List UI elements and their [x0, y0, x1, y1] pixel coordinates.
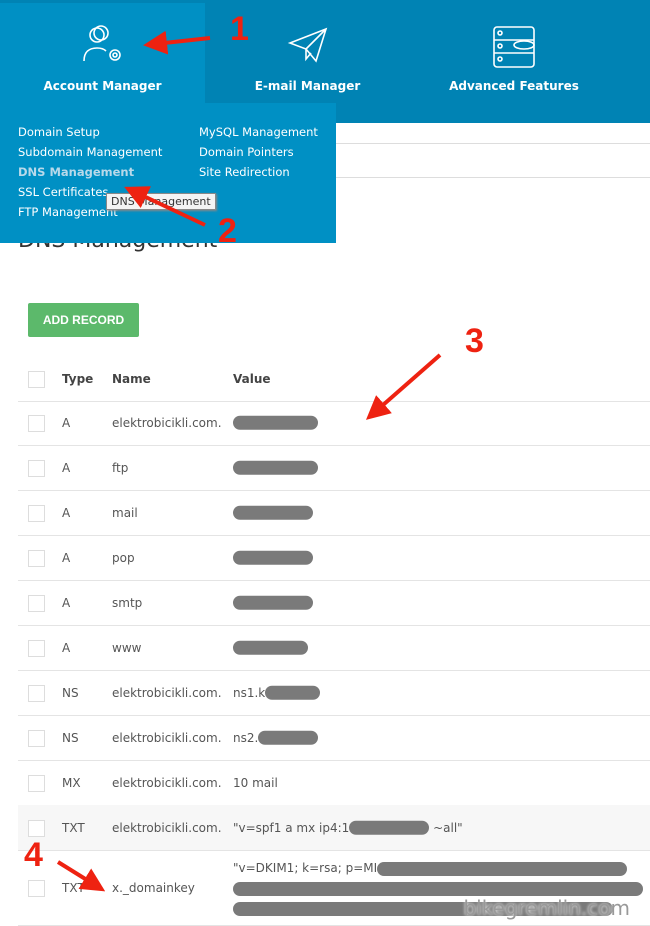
- annotation-3: 3: [465, 322, 484, 360]
- redacted-blob: [233, 640, 308, 655]
- table-row: TXT elektrobicikli.com. "v=spf1 a mx ip4:…: [18, 805, 650, 851]
- table-row: NS elektrobicikli.com. ns1.k: [18, 670, 650, 716]
- server-database-icon: [493, 26, 535, 68]
- redacted-blob: [258, 730, 319, 745]
- record-name: elektrobicikli.com.: [112, 820, 222, 835]
- redacted-blob: [233, 595, 313, 610]
- column-type: Type: [62, 371, 94, 386]
- redacted-blob: [349, 820, 430, 835]
- redacted-blob: [233, 460, 318, 475]
- redacted-blob: [233, 415, 318, 430]
- record-type: TXT: [62, 820, 85, 835]
- annotation-4: 4: [24, 836, 43, 874]
- record-name: elektrobicikli.com.: [112, 415, 222, 430]
- tab-account-manager[interactable]: Account Manager: [0, 3, 205, 103]
- divider: [336, 177, 650, 178]
- record-name: elektrobicikli.com.: [112, 775, 222, 790]
- record-value: ns1.k: [233, 685, 266, 700]
- add-record-button[interactable]: ADD RECORD: [28, 303, 139, 337]
- menu-site-redirection[interactable]: Site Redirection: [199, 165, 290, 179]
- record-name: x._domainkey: [112, 880, 195, 895]
- row-checkbox[interactable]: [28, 504, 45, 522]
- row-checkbox[interactable]: [28, 639, 45, 657]
- record-type: A: [62, 640, 71, 655]
- record-type: A: [62, 595, 71, 610]
- row-checkbox[interactable]: [28, 819, 45, 837]
- row-checkbox[interactable]: [28, 729, 45, 747]
- divider: [336, 143, 650, 144]
- redacted-blob: [233, 505, 313, 520]
- tab-label: Advanced Features: [449, 79, 579, 93]
- row-checkbox[interactable]: [28, 684, 45, 702]
- row-checkbox[interactable]: [28, 879, 45, 897]
- annotation-1: 1: [230, 10, 249, 48]
- record-name: smtp: [112, 595, 143, 610]
- table-row: A www: [18, 625, 650, 671]
- record-value: "v=DKIM1; k=rsa; p=MI: [233, 861, 378, 875]
- record-name: pop: [112, 550, 135, 565]
- column-value: Value: [233, 371, 271, 386]
- record-name: ftp: [112, 460, 129, 475]
- row-checkbox[interactable]: [28, 594, 45, 612]
- record-value: "v=spf1 a mx ip4:1: [233, 820, 350, 835]
- menu-ftp-management[interactable]: FTP Management: [18, 205, 118, 219]
- table-row: A mail: [18, 490, 650, 536]
- table-header: Type Name Value: [18, 356, 650, 402]
- paper-plane-icon: [287, 27, 327, 63]
- account-manager-dropdown: Domain Setup Subdomain Management DNS Ma…: [0, 103, 336, 243]
- menu-dns-management[interactable]: DNS Management: [18, 165, 134, 179]
- row-checkbox[interactable]: [28, 459, 45, 477]
- menu-domain-pointers[interactable]: Domain Pointers: [199, 145, 294, 159]
- record-name: elektrobicikli.com.: [112, 730, 222, 745]
- table-row: A ftp: [18, 445, 650, 491]
- record-value-end: ~all": [433, 820, 463, 835]
- record-type: MX: [62, 775, 81, 790]
- menu-subdomain-management[interactable]: Subdomain Management: [18, 145, 162, 159]
- table-row: A smtp: [18, 580, 650, 626]
- record-value: ns2.: [233, 730, 259, 745]
- redacted-blob: [233, 550, 313, 565]
- record-type: A: [62, 550, 71, 565]
- record-type: A: [62, 505, 71, 520]
- record-type: A: [62, 460, 71, 475]
- menu-ssl-certificates[interactable]: SSL Certificates: [18, 185, 108, 199]
- row-checkbox[interactable]: [28, 414, 45, 432]
- row-checkbox[interactable]: [28, 549, 45, 567]
- record-type: A: [62, 415, 71, 430]
- record-name: elektrobicikli.com.: [112, 685, 222, 700]
- tab-advanced-features[interactable]: Advanced Features: [410, 3, 618, 106]
- column-name: Name: [112, 371, 151, 386]
- table-row: NS elektrobicikli.com. ns2.: [18, 715, 650, 761]
- select-all-checkbox[interactable]: [28, 370, 45, 388]
- tab-label: E-mail Manager: [254, 79, 361, 93]
- table-row: A pop: [18, 535, 650, 581]
- tooltip: DNS Management: [106, 193, 216, 210]
- tab-label: Account Manager: [43, 79, 162, 93]
- record-name: www: [112, 640, 142, 655]
- record-name: mail: [112, 505, 138, 520]
- record-value: 10 mail: [233, 775, 278, 790]
- menu-mysql-management[interactable]: MySQL Management: [199, 125, 318, 139]
- table-row: MX elektrobicikli.com. 10 mail: [18, 760, 650, 806]
- record-type: NS: [62, 730, 79, 745]
- redacted-blob: [265, 685, 321, 700]
- annotation-2: 2: [218, 212, 237, 250]
- users-gear-icon: [82, 25, 121, 62]
- menu-domain-setup[interactable]: Domain Setup: [18, 125, 100, 139]
- watermark: bikegremlin.com: [463, 896, 630, 920]
- row-checkbox[interactable]: [28, 774, 45, 792]
- record-type: TXT: [62, 880, 85, 895]
- table-row: A elektrobicikli.com.: [18, 400, 650, 446]
- record-type: NS: [62, 685, 79, 700]
